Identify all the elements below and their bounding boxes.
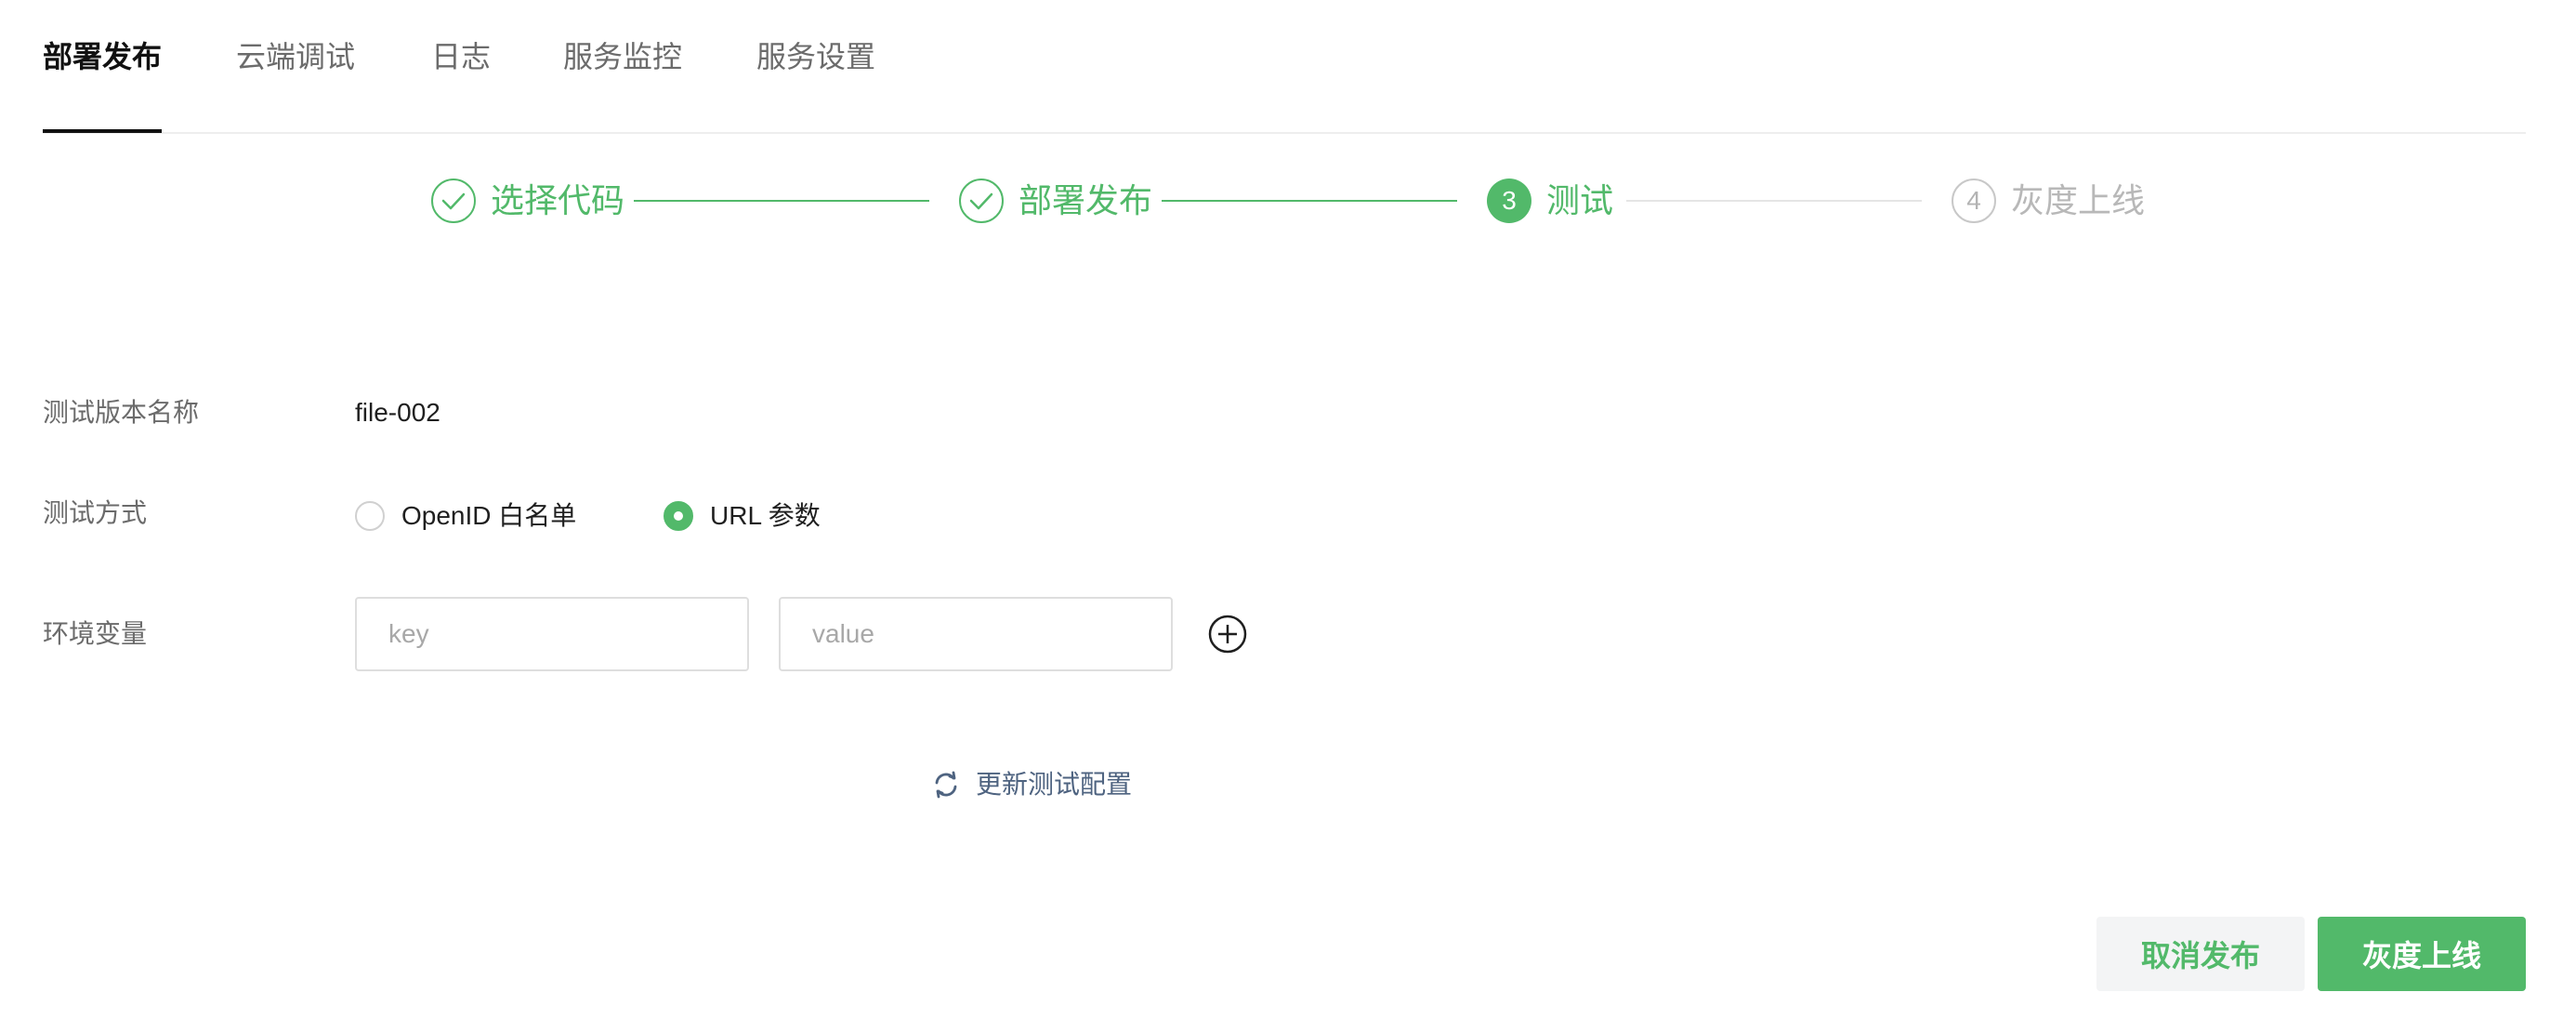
version-name-label: 测试版本名称 <box>43 398 200 427</box>
tab-bar: 部署发布 云端调试 日志 服务监控 服务设置 <box>43 0 2526 134</box>
step-number-badge: 3 <box>1487 179 1531 223</box>
check-icon <box>431 179 476 223</box>
env-key-input[interactable] <box>355 597 749 671</box>
radio-unchecked-icon[interactable] <box>355 501 385 531</box>
step-label-test: 测试 <box>1546 181 1614 219</box>
env-value-input[interactable] <box>779 597 1173 671</box>
test-method-label: 测试方式 <box>43 498 148 527</box>
env-vars-label: 环境变量 <box>43 619 148 648</box>
radio-label: OpenID 白名单 <box>401 501 577 530</box>
tab-service-settings[interactable]: 服务设置 <box>756 33 875 80</box>
refresh-label: 更新测试配置 <box>976 770 1133 799</box>
check-icon <box>959 179 1004 223</box>
radio-checked-icon[interactable] <box>664 501 693 531</box>
refresh-test-config-link[interactable]: 更新测试配置 <box>931 766 1132 803</box>
cancel-release-button[interactable]: 取消发布 <box>2096 917 2305 991</box>
deploy-page: 部署发布 云端调试 日志 服务监控 服务设置 选择代码 部署发布 3 测试 4 … <box>0 0 2576 1032</box>
step-connector <box>634 200 929 202</box>
radio-label: URL 参数 <box>710 501 821 530</box>
step-connector <box>1162 200 1457 202</box>
step-indicator: 选择代码 部署发布 3 测试 4 灰度上线 <box>0 173 2576 229</box>
tab-logs[interactable]: 日志 <box>431 33 491 80</box>
active-tab-indicator <box>43 129 162 133</box>
step-label-gray-release: 灰度上线 <box>2011 181 2146 219</box>
tab-deploy[interactable]: 部署发布 <box>43 33 162 80</box>
radio-openid-whitelist[interactable]: OpenID 白名单 <box>355 497 576 535</box>
refresh-icon <box>935 771 957 799</box>
tab-cloud-debug[interactable]: 云端调试 <box>236 33 355 80</box>
version-name-value: file-002 <box>355 398 440 427</box>
step-label-select-code: 选择代码 <box>491 181 625 219</box>
add-circle-icon[interactable] <box>1208 615 1247 654</box>
gray-release-button[interactable]: 灰度上线 <box>2318 917 2526 991</box>
radio-url-param[interactable]: URL 参数 <box>664 497 821 535</box>
step-label-deploy: 部署发布 <box>1019 181 1153 219</box>
step-number-badge: 4 <box>1952 179 1996 223</box>
step-connector <box>1626 200 1922 202</box>
tab-service-monitor[interactable]: 服务监控 <box>563 33 682 80</box>
